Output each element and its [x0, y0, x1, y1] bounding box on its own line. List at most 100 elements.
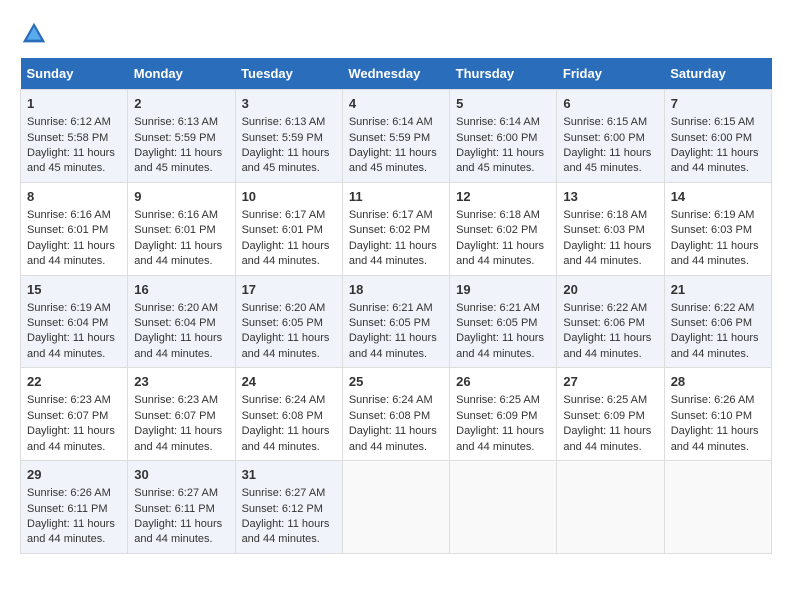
daylight-text: Daylight: 11 hours and 44 minutes. [671, 424, 765, 455]
sunrise-text: Sunrise: 6:24 AM [349, 393, 443, 408]
sunset-text: Sunset: 6:11 PM [134, 502, 228, 517]
header-monday: Monday [128, 58, 235, 90]
sunset-text: Sunset: 6:10 PM [671, 409, 765, 424]
calendar-cell: 4Sunrise: 6:14 AMSunset: 5:59 PMDaylight… [342, 90, 449, 183]
sunrise-text: Sunrise: 6:20 AM [134, 301, 228, 316]
daylight-text: Daylight: 11 hours and 44 minutes. [456, 424, 550, 455]
sunrise-text: Sunrise: 6:19 AM [27, 301, 121, 316]
sunrise-text: Sunrise: 6:23 AM [27, 393, 121, 408]
day-number: 27 [563, 373, 657, 391]
calendar-cell: 6Sunrise: 6:15 AMSunset: 6:00 PMDaylight… [557, 90, 664, 183]
daylight-text: Daylight: 11 hours and 44 minutes. [671, 331, 765, 362]
calendar-cell: 15Sunrise: 6:19 AMSunset: 6:04 PMDayligh… [21, 275, 128, 368]
day-number: 22 [27, 373, 121, 391]
calendar-cell [664, 461, 771, 554]
calendar-cell: 11Sunrise: 6:17 AMSunset: 6:02 PMDayligh… [342, 182, 449, 275]
sunrise-text: Sunrise: 6:22 AM [563, 301, 657, 316]
calendar-cell: 24Sunrise: 6:24 AMSunset: 6:08 PMDayligh… [235, 368, 342, 461]
calendar-cell: 27Sunrise: 6:25 AMSunset: 6:09 PMDayligh… [557, 368, 664, 461]
calendar-cell: 20Sunrise: 6:22 AMSunset: 6:06 PMDayligh… [557, 275, 664, 368]
sunset-text: Sunset: 6:03 PM [671, 223, 765, 238]
sunset-text: Sunset: 6:11 PM [27, 502, 121, 517]
sunrise-text: Sunrise: 6:26 AM [671, 393, 765, 408]
sunrise-text: Sunrise: 6:21 AM [349, 301, 443, 316]
day-number: 12 [456, 188, 550, 206]
day-number: 4 [349, 95, 443, 113]
sunrise-text: Sunrise: 6:18 AM [563, 208, 657, 223]
daylight-text: Daylight: 11 hours and 44 minutes. [134, 424, 228, 455]
daylight-text: Daylight: 11 hours and 45 minutes. [563, 146, 657, 177]
daylight-text: Daylight: 11 hours and 44 minutes. [563, 239, 657, 270]
sunrise-text: Sunrise: 6:26 AM [27, 486, 121, 501]
day-number: 6 [563, 95, 657, 113]
daylight-text: Daylight: 11 hours and 44 minutes. [349, 331, 443, 362]
daylight-text: Daylight: 11 hours and 44 minutes. [134, 331, 228, 362]
day-number: 7 [671, 95, 765, 113]
daylight-text: Daylight: 11 hours and 44 minutes. [27, 239, 121, 270]
calendar-table: SundayMondayTuesdayWednesdayThursdayFrid… [20, 58, 772, 554]
daylight-text: Daylight: 11 hours and 45 minutes. [27, 146, 121, 177]
daylight-text: Daylight: 11 hours and 44 minutes. [349, 424, 443, 455]
sunset-text: Sunset: 6:02 PM [349, 223, 443, 238]
logo-icon [20, 20, 48, 48]
sunrise-text: Sunrise: 6:22 AM [671, 301, 765, 316]
calendar-header-row: SundayMondayTuesdayWednesdayThursdayFrid… [21, 58, 772, 90]
sunrise-text: Sunrise: 6:14 AM [349, 115, 443, 130]
calendar-week-row: 1Sunrise: 6:12 AMSunset: 5:58 PMDaylight… [21, 90, 772, 183]
day-number: 3 [242, 95, 336, 113]
day-number: 20 [563, 281, 657, 299]
day-number: 31 [242, 466, 336, 484]
day-number: 26 [456, 373, 550, 391]
daylight-text: Daylight: 11 hours and 44 minutes. [242, 239, 336, 270]
calendar-cell: 28Sunrise: 6:26 AMSunset: 6:10 PMDayligh… [664, 368, 771, 461]
calendar-cell [557, 461, 664, 554]
calendar-cell: 8 Sunrise: 6:16 AMSunset: 6:01 PMDaylight… [21, 182, 128, 275]
header-tuesday: Tuesday [235, 58, 342, 90]
sunrise-text: Sunrise: 6:24 AM [242, 393, 336, 408]
sunset-text: Sunset: 6:01 PM [242, 223, 336, 238]
sunrise-text: Sunrise: 6:15 AM [563, 115, 657, 130]
sunset-text: Sunset: 6:01 PM [27, 223, 121, 238]
day-number: 9 [134, 188, 228, 206]
sunrise-text: Sunrise: 6:13 AM [134, 115, 228, 130]
calendar-cell: 29Sunrise: 6:26 AMSunset: 6:11 PMDayligh… [21, 461, 128, 554]
daylight-text: Daylight: 11 hours and 44 minutes. [134, 239, 228, 270]
sunset-text: Sunset: 6:02 PM [456, 223, 550, 238]
day-number: 8 [27, 188, 121, 206]
calendar-cell: 13Sunrise: 6:18 AMSunset: 6:03 PMDayligh… [557, 182, 664, 275]
calendar-cell: 1Sunrise: 6:12 AMSunset: 5:58 PMDaylight… [21, 90, 128, 183]
sunrise-text: Sunrise: 6:25 AM [456, 393, 550, 408]
calendar-cell [450, 461, 557, 554]
calendar-cell: 19Sunrise: 6:21 AMSunset: 6:05 PMDayligh… [450, 275, 557, 368]
calendar-cell: 9Sunrise: 6:16 AMSunset: 6:01 PMDaylight… [128, 182, 235, 275]
daylight-text: Daylight: 11 hours and 45 minutes. [134, 146, 228, 177]
day-number: 15 [27, 281, 121, 299]
sunrise-text: Sunrise: 6:12 AM [27, 115, 121, 130]
header-sunday: Sunday [21, 58, 128, 90]
sunset-text: Sunset: 6:00 PM [456, 131, 550, 146]
sunset-text: Sunset: 5:59 PM [349, 131, 443, 146]
calendar-cell: 14Sunrise: 6:19 AMSunset: 6:03 PMDayligh… [664, 182, 771, 275]
sunrise-text: Sunrise: 6:20 AM [242, 301, 336, 316]
sunset-text: Sunset: 6:00 PM [671, 131, 765, 146]
sunrise-text: Sunrise: 6:17 AM [242, 208, 336, 223]
calendar-cell: 25Sunrise: 6:24 AMSunset: 6:08 PMDayligh… [342, 368, 449, 461]
day-number: 11 [349, 188, 443, 206]
sunrise-text: Sunrise: 6:13 AM [242, 115, 336, 130]
sunset-text: Sunset: 6:08 PM [242, 409, 336, 424]
sunrise-text: Sunrise: 6:17 AM [349, 208, 443, 223]
day-number: 16 [134, 281, 228, 299]
calendar-cell: 23Sunrise: 6:23 AMSunset: 6:07 PMDayligh… [128, 368, 235, 461]
sunset-text: Sunset: 6:09 PM [563, 409, 657, 424]
sunrise-text: Sunrise: 6:14 AM [456, 115, 550, 130]
daylight-text: Daylight: 11 hours and 44 minutes. [242, 517, 336, 548]
sunrise-text: Sunrise: 6:16 AM [134, 208, 228, 223]
daylight-text: Daylight: 11 hours and 44 minutes. [242, 331, 336, 362]
day-number: 14 [671, 188, 765, 206]
sunset-text: Sunset: 6:12 PM [242, 502, 336, 517]
sunrise-text: Sunrise: 6:16 AM [27, 208, 121, 223]
daylight-text: Daylight: 11 hours and 44 minutes. [456, 239, 550, 270]
calendar-cell: 26Sunrise: 6:25 AMSunset: 6:09 PMDayligh… [450, 368, 557, 461]
logo [20, 20, 52, 48]
sunrise-text: Sunrise: 6:23 AM [134, 393, 228, 408]
